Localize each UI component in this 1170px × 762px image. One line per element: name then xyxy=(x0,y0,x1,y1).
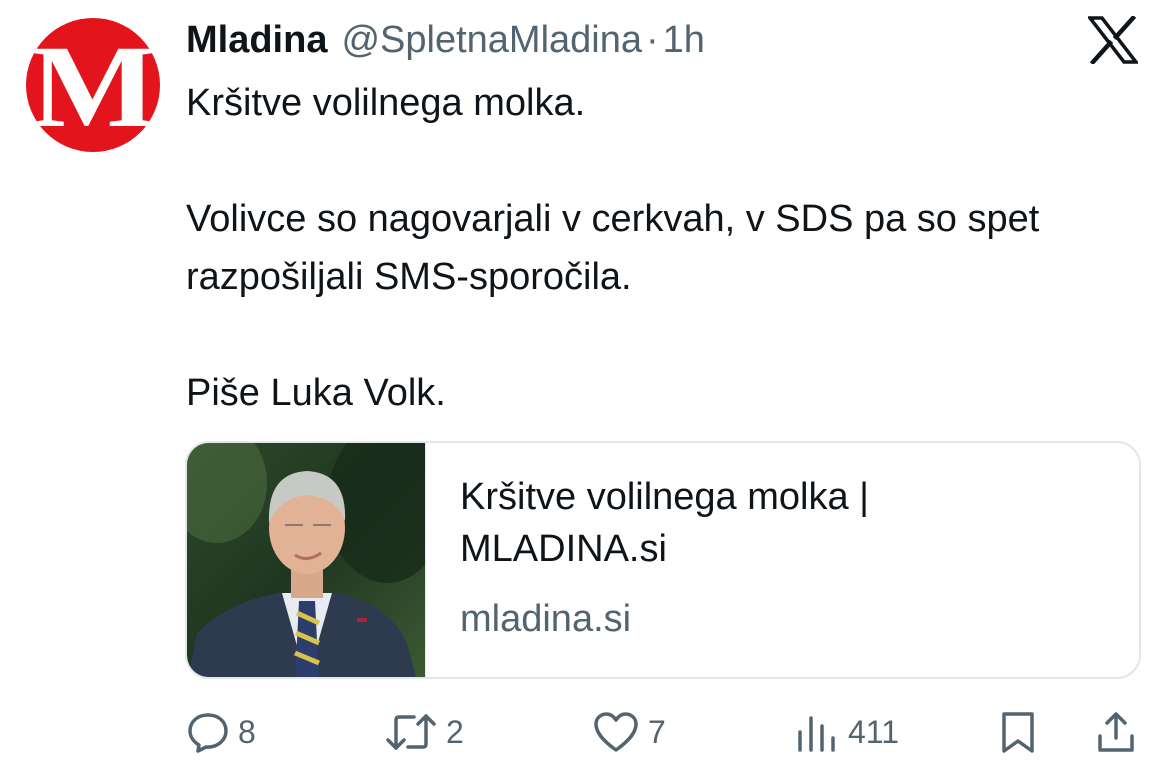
share-button[interactable] xyxy=(1096,702,1136,762)
author-handle[interactable]: @SpletnaMladina xyxy=(341,19,642,62)
heart-icon xyxy=(592,710,640,754)
tweet-paragraph-2: Volivce so nagovarjali v cerkvah, v SDS … xyxy=(186,198,1040,298)
reply-icon xyxy=(186,710,230,754)
like-count: 7 xyxy=(648,713,666,750)
separator-dot: · xyxy=(646,18,659,61)
views-icon xyxy=(796,710,840,754)
repost-icon xyxy=(384,710,438,754)
tweet-text: Kršitve volilnega molka. Volivce so nago… xyxy=(186,74,1146,422)
views-button[interactable]: 411 xyxy=(796,702,899,762)
reply-count: 8 xyxy=(238,713,256,750)
repost-count: 2 xyxy=(446,713,464,750)
reply-button[interactable]: 8 xyxy=(186,702,256,762)
bookmark-icon xyxy=(998,710,1038,754)
card-domain: mladina.si xyxy=(460,598,632,640)
x-logo-icon[interactable] xyxy=(1086,14,1140,66)
card-thumbnail xyxy=(187,443,425,677)
tweet-header: Mladina @SpletnaMladina · 1h xyxy=(186,14,705,66)
avatar-logo-letter: M xyxy=(30,21,158,152)
tweet-paragraph-3: Piše Luka Volk. xyxy=(186,372,446,414)
card-title[interactable]: Kršitve volilnega molka | MLADINA.si xyxy=(460,471,980,575)
bookmark-button[interactable] xyxy=(998,702,1038,762)
repost-button[interactable]: 2 xyxy=(384,702,464,762)
like-button[interactable]: 7 xyxy=(592,702,666,762)
avatar[interactable]: M xyxy=(26,18,160,152)
tweet-time[interactable]: 1h xyxy=(663,19,705,62)
card-body: Kršitve volilnega molka | MLADINA.si mla… xyxy=(425,443,1139,677)
share-icon xyxy=(1096,710,1136,754)
link-card[interactable]: Kršitve volilnega molka | MLADINA.si mla… xyxy=(185,441,1141,679)
tweet-paragraph-1: Kršitve volilnega molka. xyxy=(186,82,586,124)
tweet-actions: 8 2 7 411 xyxy=(0,702,1170,762)
author-name[interactable]: Mladina xyxy=(186,19,327,62)
views-count: 411 xyxy=(848,713,900,750)
